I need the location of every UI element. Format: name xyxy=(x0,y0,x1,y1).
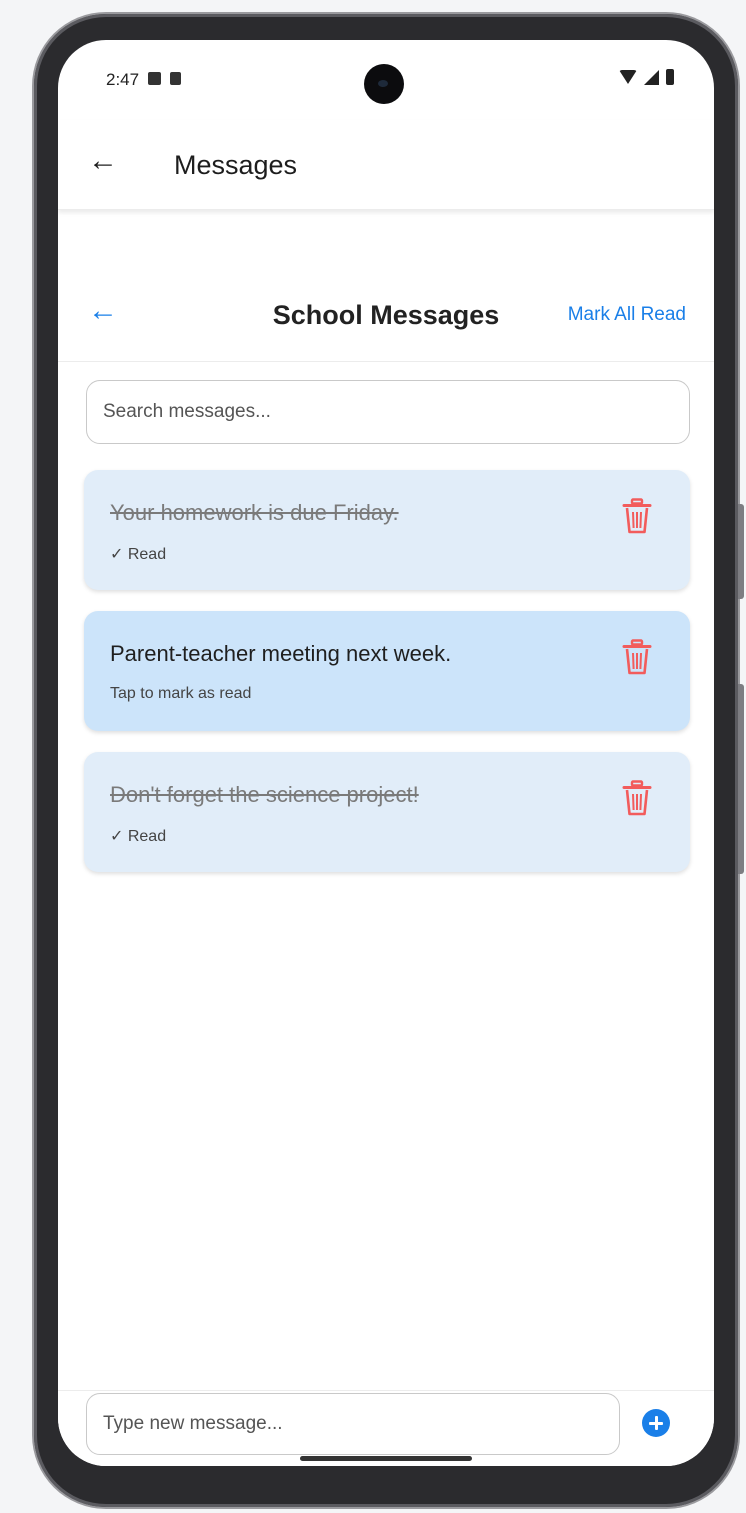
status-icons xyxy=(619,69,674,85)
status-bar: 2:47 xyxy=(58,40,714,120)
back-arrow-icon[interactable]: ← xyxy=(88,144,118,178)
wifi-icon xyxy=(619,70,637,84)
message-status: ✓ Read xyxy=(110,828,167,845)
add-message-plus-icon[interactable] xyxy=(642,1409,670,1437)
volume-button xyxy=(738,684,744,874)
phone-frame: 2:47 ← Messages ← School Messages Mark A… xyxy=(34,14,744,1507)
front-camera xyxy=(364,64,404,104)
status-time: 2:47 xyxy=(106,70,140,89)
app-bar-title: Messages xyxy=(174,150,298,180)
notification-icon xyxy=(148,72,161,85)
message-card[interactable]: Parent-teacher meeting next week. Tap to… xyxy=(84,611,690,731)
device-stage: 2:47 ← Messages ← School Messages Mark A… xyxy=(0,0,746,1513)
signal-icon xyxy=(644,69,659,85)
trash-icon[interactable] xyxy=(622,780,652,816)
message-status: ✓ Read xyxy=(110,546,167,563)
message-text: Don't forget the science project! xyxy=(110,782,419,807)
trash-icon[interactable] xyxy=(622,639,652,675)
message-text: Parent-teacher meeting next week. xyxy=(110,641,452,666)
message-card[interactable]: Your homework is due Friday. ✓ Read xyxy=(84,470,690,590)
search-input[interactable] xyxy=(86,380,690,444)
screen: 2:47 ← Messages ← School Messages Mark A… xyxy=(58,40,714,1466)
message-status: Tap to mark as read xyxy=(110,685,252,702)
battery-icon xyxy=(666,69,674,85)
mark-all-read-button[interactable]: Mark All Read xyxy=(568,304,686,326)
message-composer xyxy=(58,1390,714,1466)
trash-icon[interactable] xyxy=(622,498,652,534)
power-button xyxy=(738,504,744,599)
sd-card-icon xyxy=(170,72,181,85)
new-message-input[interactable] xyxy=(86,1393,620,1455)
message-card[interactable]: Don't forget the science project! ✓ Read xyxy=(84,752,690,872)
home-indicator[interactable] xyxy=(300,1456,472,1461)
message-text: Your homework is due Friday. xyxy=(110,500,399,525)
messages-header: ← School Messages Mark All Read xyxy=(58,276,714,362)
app-bar: ← Messages xyxy=(58,120,714,210)
